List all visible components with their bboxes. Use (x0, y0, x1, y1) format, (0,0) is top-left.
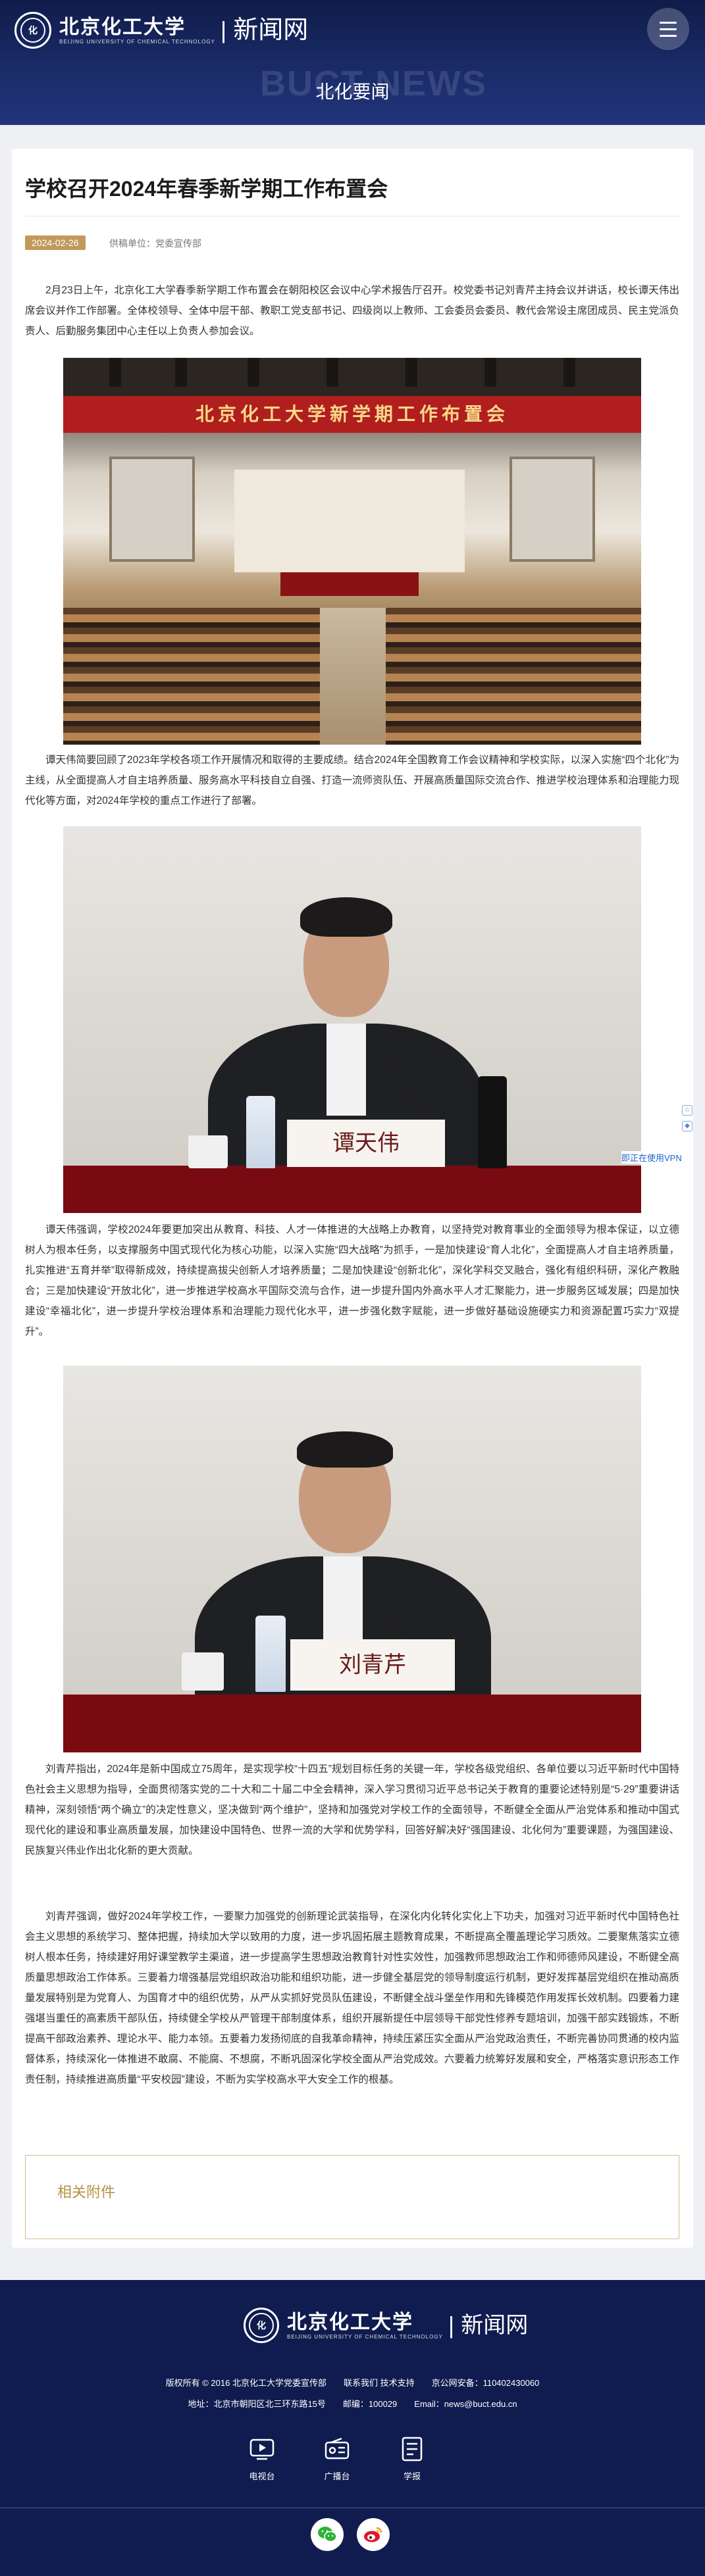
stage-wall (234, 470, 465, 572)
section-title: 北化要闻 (315, 82, 390, 102)
conference-hall-photo: 北京化工大学新学期工作布置会 (63, 358, 641, 745)
thermos (478, 1076, 507, 1168)
article-paragraph: 谭天伟简要回顾了2023年学校各项工作开展情况和取得的主要成绩。结合2024年全… (25, 755, 679, 806)
speaker-photo-2: 刘青芹 (63, 1366, 641, 1752)
stage-light (484, 358, 496, 387)
desk-cloth (63, 1166, 641, 1213)
logo-divider: | (220, 16, 227, 43)
speaker-nameplate: 刘青芹 (290, 1639, 455, 1691)
center-aisle (320, 608, 386, 745)
hamburger-line (660, 34, 677, 37)
speaker-photo-1: 谭天伟 (63, 826, 641, 1213)
water-bottle (246, 1096, 275, 1168)
vpn-indicator[interactable]: 即正在使用VPN (621, 1151, 682, 1164)
attachments-title: 相关附件 (57, 2184, 116, 2200)
stage-light (248, 358, 259, 387)
water-bottle (255, 1616, 286, 1692)
tea-cup (182, 1652, 224, 1691)
article-source: 供稿单位：党委宣传部 (109, 238, 201, 249)
logo-divider: | (448, 2312, 455, 2339)
site-footer: 化 北京化工大学 BEIJING UNIVERSITY OF CHEMICAL … (0, 2280, 705, 2576)
site-logo[interactable]: 化 北京化工大学 BEIJING UNIVERSITY OF CHEMICAL … (14, 12, 308, 49)
copyright-line: 版权所有 © 2016 北京化工大学党委宣传部 联系我们 技术支持 京公网安备：… (165, 2378, 540, 2388)
stage-light (109, 358, 121, 387)
tea-cup (188, 1135, 228, 1168)
article-card: 学校召开2024年春季新学期工作布置会 2024-02-26 供稿单位：党委宣传… (12, 149, 693, 2248)
speaker-shirt (326, 1024, 366, 1116)
hamburger-line (660, 21, 677, 24)
social-links (311, 2518, 390, 2551)
article-title: 学校召开2024年春季新学期工作布置会 (25, 177, 388, 201)
floating-tools: ☆ ◆ (682, 1105, 692, 1131)
wechat-icon (318, 2527, 337, 2542)
university-seal-icon: 化 (14, 12, 51, 49)
media-label: 电视台 (249, 2471, 275, 2481)
rostrum (280, 572, 419, 596)
article-paragraph: 谭天伟强调，学校2024年要更加突出从教育、科技、人才一体推进的大战略上办教育，… (25, 1224, 679, 1337)
speaker-hair (300, 897, 392, 937)
media-label: 学报 (403, 2471, 421, 2481)
article-paragraph: 刘青芹指出，2024年是新中国成立75周年，是实现学校“十四五”规划目标任务的关… (25, 1764, 679, 1856)
article-paragraph: 2月23日上午，北京化工大学春季新学期工作布置会在朝阳校区会议中心学术报告厅召开… (25, 285, 679, 337)
meeting-banner: 北京化工大学新学期工作布置会 (63, 396, 641, 433)
media-links: 电视台 广播台 学报 (244, 2437, 431, 2482)
address-line: 地址：北京市朝阳区北三环东路15号 邮编：100029 Email：news@b… (188, 2399, 517, 2409)
speaker-hair (297, 1431, 393, 1468)
footer-logo-chinese-name: 北京化工大学 (287, 2310, 413, 2334)
side-screen (509, 457, 595, 562)
hamburger-line (660, 28, 677, 30)
site-name: 新闻网 (233, 16, 309, 44)
footer-logo-english-name: BEIJING UNIVERSITY OF CHEMICAL TECHNOLOG… (287, 2333, 443, 2340)
speaker-nameplate: 谭天伟 (287, 1120, 445, 1167)
radio-station-link[interactable]: 广播台 (319, 2437, 355, 2482)
media-label: 广播台 (324, 2471, 350, 2481)
stage-light (405, 358, 417, 387)
hall-ceiling (63, 358, 641, 397)
side-screen (109, 457, 195, 562)
publish-date-badge: 2024-02-26 (25, 235, 86, 250)
radio-icon (325, 2437, 350, 2462)
stage-light (563, 358, 575, 387)
shield-icon[interactable]: ◆ (682, 1121, 692, 1131)
tv-station-link[interactable]: 电视台 (244, 2437, 280, 2482)
journal-icon (400, 2437, 425, 2462)
desk-cloth (63, 1695, 641, 1752)
tv-icon (249, 2437, 274, 2462)
article-paragraph: 刘青芹强调，做好2024年学校工作，一要聚力加强党的创新理论武装指导，在深化内化… (25, 1911, 679, 2085)
attachments-box: 相关附件 (25, 2155, 679, 2239)
stage-light (326, 358, 338, 387)
stage-light (175, 358, 187, 387)
wechat-button[interactable] (311, 2518, 344, 2551)
weibo-button[interactable] (357, 2518, 390, 2551)
logo-chinese-name: 北京化工大学 (59, 15, 186, 39)
journal-link[interactable]: 学报 (394, 2437, 431, 2482)
logo-english-name: BEIJING UNIVERSITY OF CHEMICAL TECHNOLOG… (59, 38, 215, 45)
weibo-icon (364, 2527, 382, 2542)
university-seal-icon: 化 (244, 2308, 279, 2343)
bookmark-icon[interactable]: ☆ (682, 1105, 692, 1116)
footer-logo[interactable]: 化 北京化工大学 BEIJING UNIVERSITY OF CHEMICAL … (244, 2308, 528, 2343)
header-banner: 化 北京化工大学 BEIJING UNIVERSITY OF CHEMICAL … (0, 0, 705, 125)
footer-site-name: 新闻网 (461, 2313, 529, 2338)
menu-button[interactable] (647, 8, 689, 50)
